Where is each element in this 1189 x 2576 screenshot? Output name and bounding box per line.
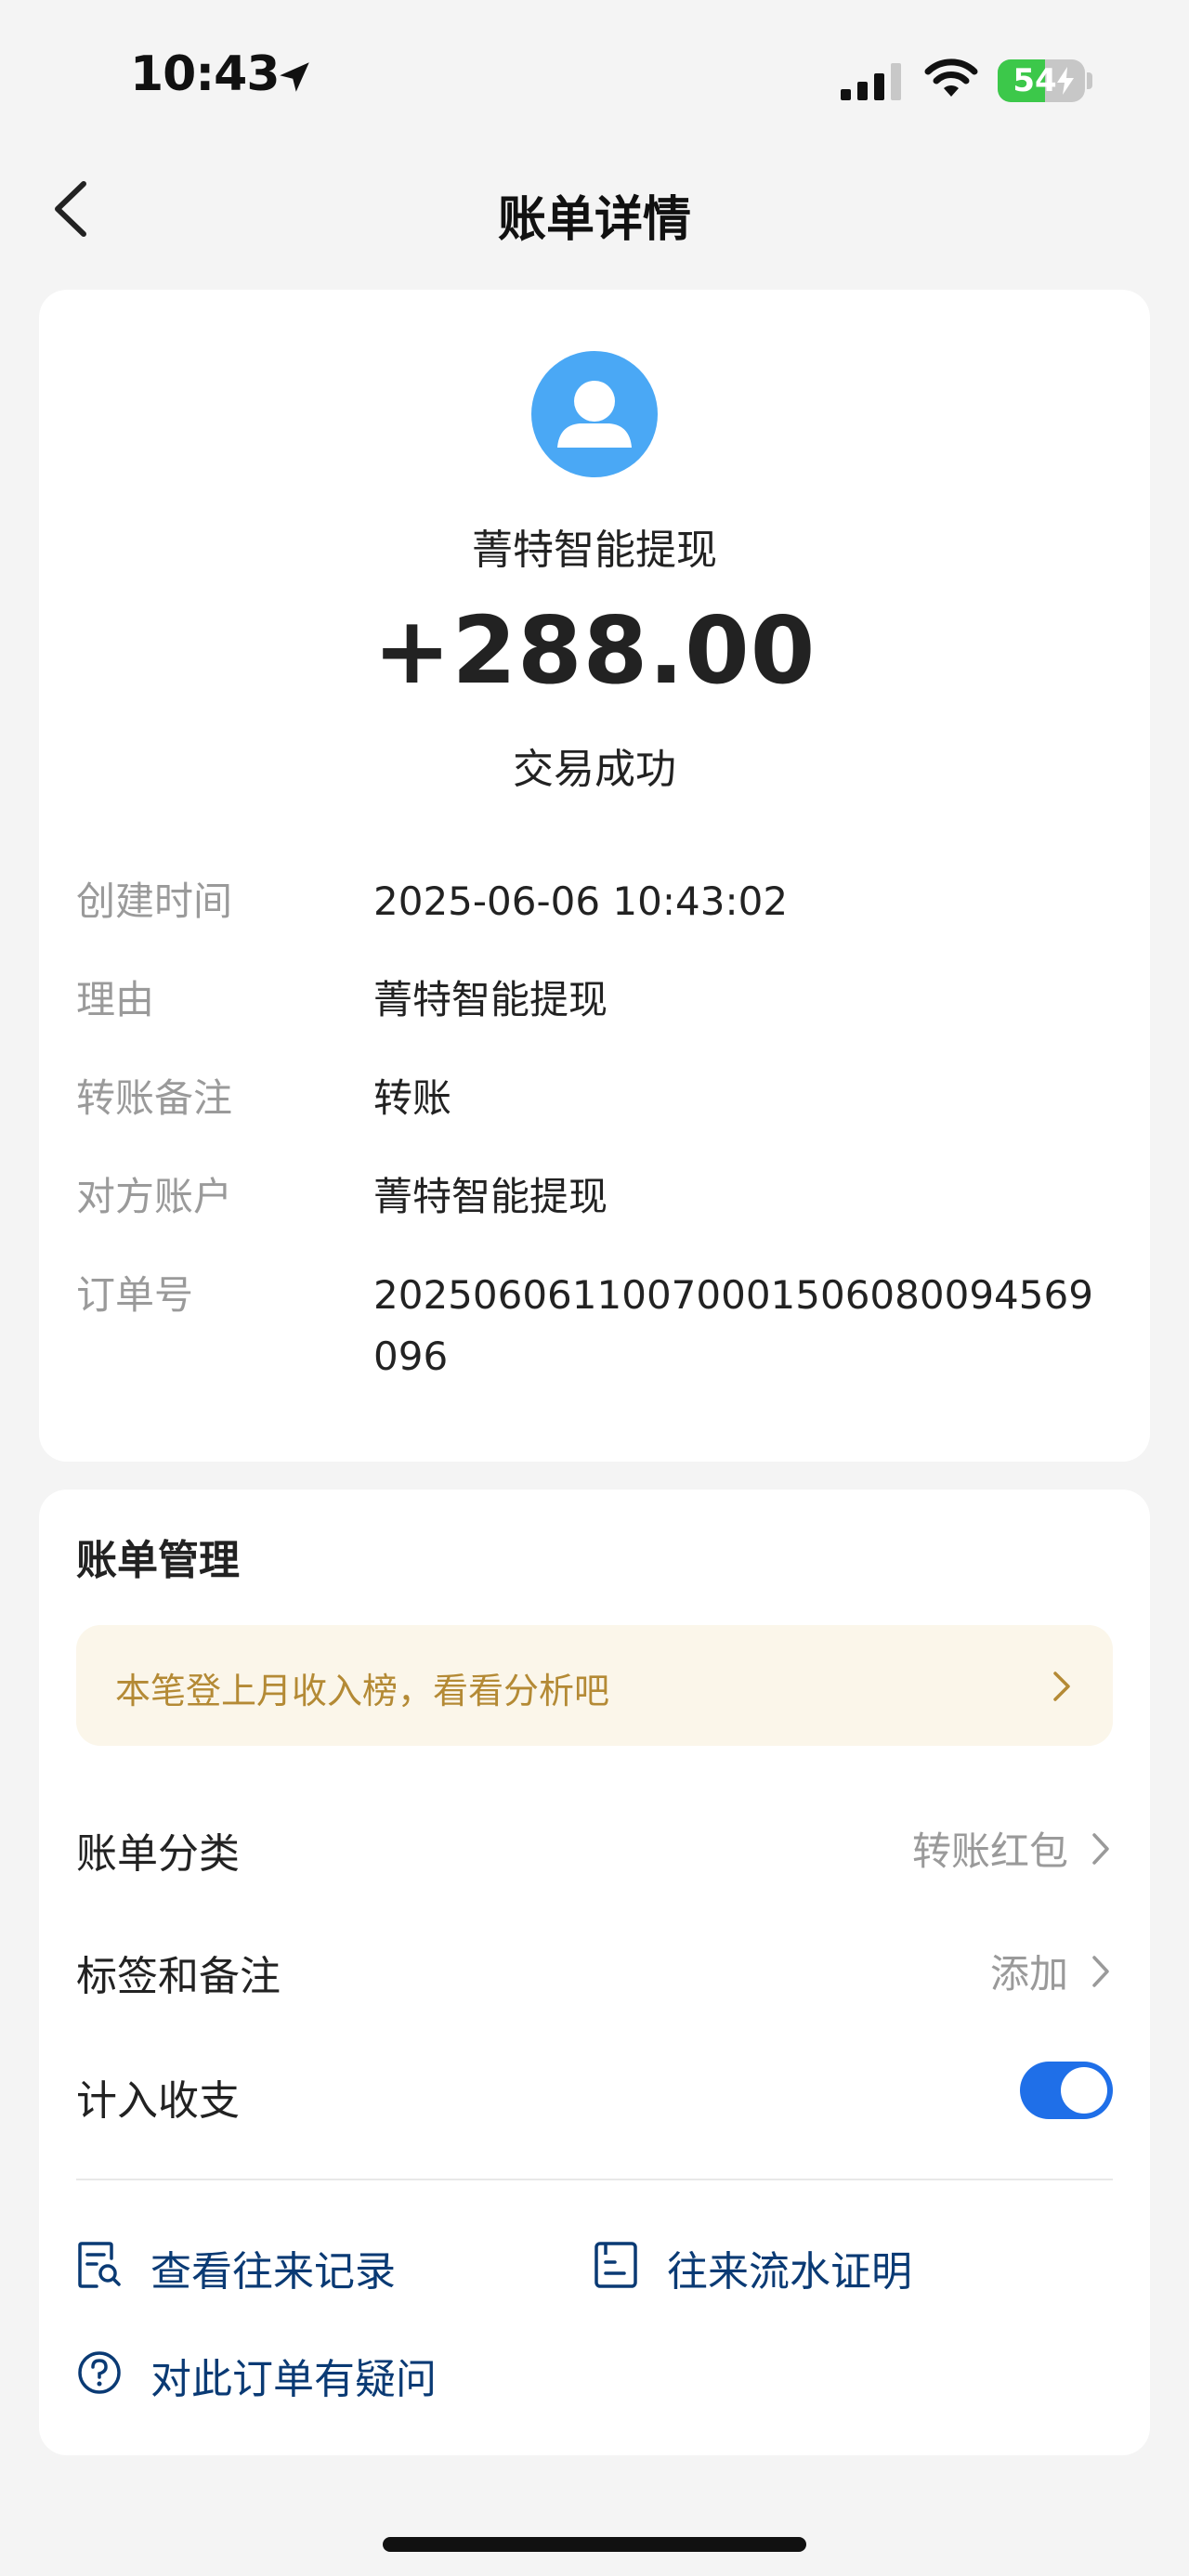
setting-label: 计入收支 — [76, 2077, 240, 2125]
avatar — [531, 351, 658, 477]
chevron-right-icon — [1092, 1833, 1109, 1865]
transaction-card: 菁特智能提现 +288.00 交易成功 创建时间 2025-06-06 10:4… — [39, 290, 1150, 1462]
detail-value: 菁特智能提现 — [373, 977, 608, 1022]
detail-label: 转账备注 — [76, 1075, 233, 1121]
charging-bolt-icon — [1057, 67, 1074, 95]
transaction-proof-link[interactable]: 往来流水证明 — [593, 2232, 964, 2297]
page-title: 账单详情 — [497, 192, 691, 248]
setting-label: 账单分类 — [76, 1830, 240, 1878]
cellular-signal-icon — [841, 63, 901, 100]
include-in-budget-row: 计入收支 — [76, 2043, 1113, 2136]
detail-label: 对方账户 — [76, 1174, 233, 1219]
promo-text: 本笔登上月收入榜，看看分析吧 — [115, 1671, 610, 1711]
home-indicator[interactable] — [383, 2537, 806, 2552]
transaction-amount: +288.00 — [372, 596, 817, 705]
view-history-link[interactable]: 查看往来记录 — [76, 2232, 448, 2297]
status-bar: 10:43 54 — [0, 0, 1189, 158]
tags-notes-row[interactable]: 标签和备注 添加 — [76, 1919, 1113, 2011]
detail-value: 转账 — [373, 1075, 452, 1121]
status-time: 10:43 — [130, 46, 281, 102]
battery-tip — [1087, 72, 1092, 89]
wifi-icon — [924, 59, 978, 97]
chevron-right-icon — [1053, 1672, 1070, 1701]
divider — [76, 2179, 1113, 2180]
link-label: 对此订单有疑问 — [150, 2356, 437, 2403]
bill-management-card: 账单管理 本笔登上月收入榜，看看分析吧 账单分类 转账红包 标签和备注 添加 计… — [39, 1490, 1150, 2455]
income-analysis-banner[interactable]: 本笔登上月收入榜，看看分析吧 — [76, 1625, 1113, 1746]
toggle-knob — [1061, 2067, 1107, 2114]
detail-value: 2025-06-06 10:43:02 — [373, 878, 789, 924]
detail-value: 菁特智能提现 — [373, 1174, 608, 1219]
record-search-icon — [78, 2242, 121, 2288]
setting-value: 添加 — [989, 1951, 1068, 1997]
bill-category-row[interactable]: 账单分类 转账红包 — [76, 1796, 1113, 1889]
detail-label: 创建时间 — [76, 878, 233, 924]
order-number-value[interactable]: 20250606110070001506080094569096 — [373, 1265, 1117, 1387]
link-label: 往来流水证明 — [667, 2248, 912, 2296]
section-title: 账单管理 — [76, 1537, 240, 1584]
setting-label: 标签和备注 — [76, 1953, 281, 2000]
question-circle-icon — [78, 2351, 121, 2394]
payee-name: 菁特智能提现 — [472, 527, 717, 574]
document-icon — [594, 2242, 637, 2288]
setting-value: 转账红包 — [911, 1828, 1068, 1874]
location-arrow-icon — [280, 62, 309, 92]
transaction-status: 交易成功 — [513, 746, 676, 793]
battery-indicator: 54 — [998, 59, 1085, 102]
detail-label: 理由 — [76, 977, 155, 1022]
order-question-link[interactable]: 对此订单有疑问 — [76, 2340, 541, 2405]
include-in-budget-toggle[interactable] — [1020, 2062, 1113, 2119]
chevron-right-icon — [1092, 1956, 1109, 1987]
nav-bar: 账单详情 — [0, 158, 1189, 260]
detail-label: 订单号 — [76, 1272, 194, 1318]
person-icon — [557, 381, 632, 448]
link-label: 查看往来记录 — [150, 2248, 396, 2296]
